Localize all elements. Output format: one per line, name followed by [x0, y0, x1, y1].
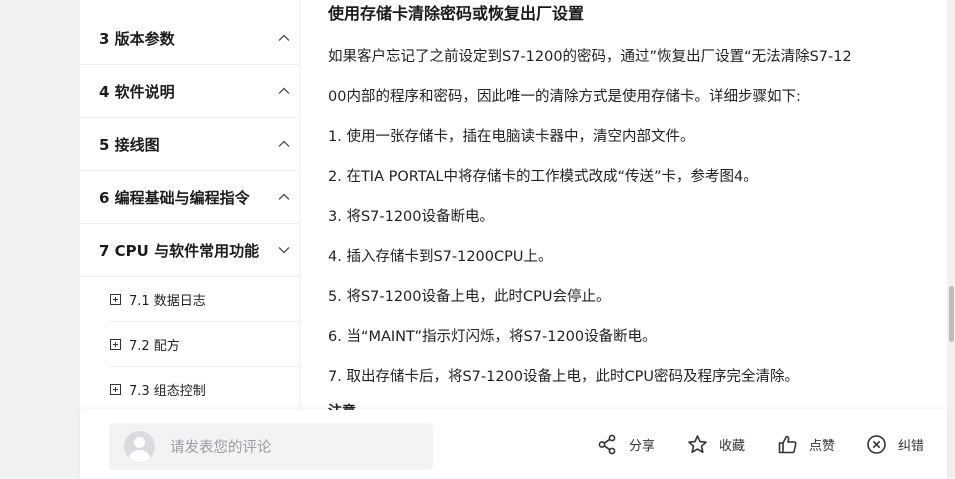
share-button[interactable]: 分享 [597, 434, 655, 455]
toc-section-6[interactable]: 6 编程基础与编程指令 [80, 171, 299, 224]
report-label: 纠错 [898, 439, 925, 454]
step-item: 2. 在TIA PORTAL中将存储卡的工作模式改成“传送”卡，参考图4。 [328, 169, 758, 185]
expand-plus-icon[interactable] [110, 338, 121, 350]
close-circle-icon [867, 435, 886, 454]
toc-section-label: 6 编程基础与编程指令 [99, 188, 250, 207]
thumbs-up-icon [778, 435, 797, 454]
sidebar-toc: 3 版本参数 4 软件说明 5 接线图 6 编程基础与编程指令 7 CPU 与软… [80, 0, 299, 410]
chevron-up-icon[interactable] [277, 190, 291, 204]
chevron-up-icon[interactable] [277, 84, 291, 98]
toc-subitem-7-1[interactable]: 7.1 数据日志 [108, 277, 299, 322]
share-label: 分享 [629, 439, 656, 454]
toc-subitem-label: 7.2 配方 [129, 338, 180, 354]
toc-section-label: 5 接线图 [99, 135, 160, 154]
article-heading: 使用存储卡清除密码或恢复出厂设置 [328, 4, 585, 23]
toc-section-label: 7 CPU 与软件常用功能 [99, 241, 260, 260]
toc-section-label: 3 版本参数 [99, 29, 175, 48]
star-icon [688, 435, 707, 453]
comment-placeholder: 请发表您的评论 [170, 440, 272, 456]
expand-plus-icon[interactable] [110, 293, 121, 305]
article-content: 使用存储卡清除密码或恢复出厂设置 如果客户忘记了之前设定到S7-1200的密码，… [300, 0, 947, 410]
step-item: 7. 取出存储卡后，将S7-1200设备上电，此时CPU密码及程序完全清除。 [328, 369, 799, 385]
like-button[interactable]: 点赞 [777, 434, 835, 455]
toc-section-3[interactable]: 3 版本参数 [80, 0, 299, 65]
toc-subitem-label: 7.1 数据日志 [129, 293, 206, 309]
note-heading: 注意 [328, 401, 921, 410]
avatar [124, 431, 155, 462]
bottom-action-bar: 请发表您的评论 分享 收藏 点赞 纠错 [80, 410, 947, 479]
page-scrollbar-thumb[interactable] [949, 286, 954, 342]
like-label: 点赞 [809, 439, 836, 454]
toc-section-5[interactable]: 5 接线图 [80, 118, 299, 171]
toc-subitem-7-2[interactable]: 7.2 配方 [108, 322, 299, 367]
step-item: 1. 使用一张存储卡，插在电脑读卡器中，清空内部文件。 [328, 129, 695, 145]
article-paragraph: 00内部的程序和密码，因此唯一的清除方式是使用存储卡。详细步骤如下: [328, 89, 801, 105]
toc-section-label: 4 软件说明 [99, 82, 175, 101]
step-item: 5. 将S7-1200设备上电，此时CPU会停止。 [328, 289, 611, 305]
article-paragraph: 如果客户忘记了之前设定到S7-1200的密码，通过”恢复出厂设置“无法清除S7-… [328, 49, 852, 65]
step-item: 4. 插入存储卡到S7-1200CPU上。 [328, 249, 553, 265]
step-item: 3. 将S7-1200设备断电。 [328, 209, 495, 225]
share-icon [598, 434, 616, 455]
chevron-up-icon[interactable] [277, 137, 291, 151]
report-error-button[interactable]: 纠错 [866, 434, 924, 455]
chevron-up-icon[interactable] [277, 31, 291, 45]
toc-section-7[interactable]: 7 CPU 与软件常用功能 [80, 224, 299, 277]
toc-subitem-7-3[interactable]: 7.3 组态控制 [108, 367, 299, 410]
expand-plus-icon[interactable] [110, 383, 121, 395]
comment-input[interactable]: 请发表您的评论 [109, 423, 433, 470]
favorite-button[interactable]: 收藏 [687, 434, 745, 455]
toc-subitem-label: 7.3 组态控制 [129, 383, 206, 399]
step-item: 6. 当“MAINT”指示灯闪烁，将S7-1200设备断电。 [328, 329, 657, 345]
toc-section-4[interactable]: 4 软件说明 [80, 65, 299, 118]
chevron-down-icon[interactable] [277, 243, 291, 257]
favorite-label: 收藏 [719, 439, 746, 454]
page-scrollbar-track[interactable] [947, 0, 955, 479]
